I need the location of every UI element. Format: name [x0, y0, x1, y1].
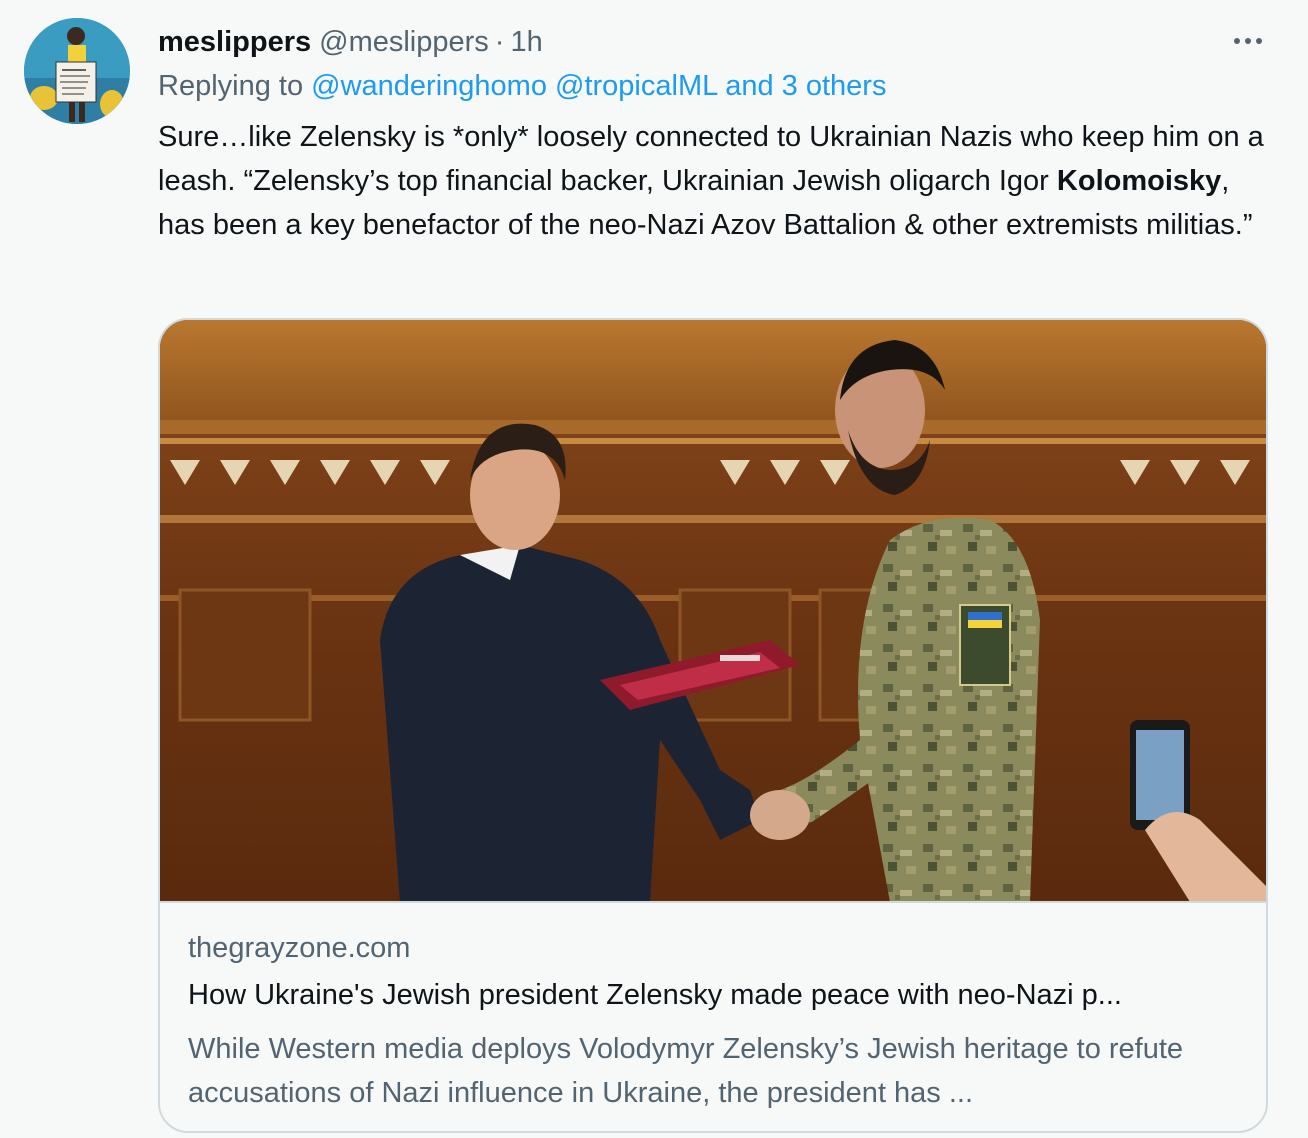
- tweet-header: meslippers @meslippers · 1h: [158, 22, 1268, 62]
- separator-dot: ·: [494, 25, 505, 58]
- tweet-text: Sure…like Zelensky is *only* loosely con…: [158, 115, 1278, 247]
- card-title[interactable]: How Ukraine's Jewish president Zelensky …: [188, 979, 1248, 1012]
- reply-mention-wanderinghomo[interactable]: @wanderinghomo: [311, 70, 547, 102]
- author-handle[interactable]: @meslippers: [319, 26, 489, 59]
- tweet-text-bold: Kolomoisky: [1056, 165, 1222, 197]
- link-preview-card[interactable]: thegrayzone.com How Ukraine's Jewish pre…: [158, 318, 1268, 1133]
- card-domain: thegrayzone.com: [188, 932, 411, 964]
- profile-avatar[interactable]: [24, 18, 130, 124]
- card-divider: [160, 901, 1266, 903]
- avatar-image: [24, 18, 130, 124]
- tweet[interactable]: meslippers @meslippers · 1h Replying to …: [0, 0, 1308, 1138]
- card-image[interactable]: [160, 320, 1268, 902]
- author-name[interactable]: meslippers: [158, 26, 311, 59]
- replying-to: Replying to @wanderinghomo @tropicalML a…: [158, 70, 886, 103]
- reply-mention-tropicalml[interactable]: @tropicalML: [555, 70, 717, 102]
- timestamp[interactable]: 1h: [510, 26, 542, 59]
- replying-prefix: Replying to: [158, 70, 304, 102]
- reply-others-link[interactable]: and 3 others: [725, 70, 886, 102]
- more-options-icon[interactable]: [1228, 26, 1268, 56]
- card-description: While Western media deploys Volodymyr Ze…: [188, 1033, 1184, 1109]
